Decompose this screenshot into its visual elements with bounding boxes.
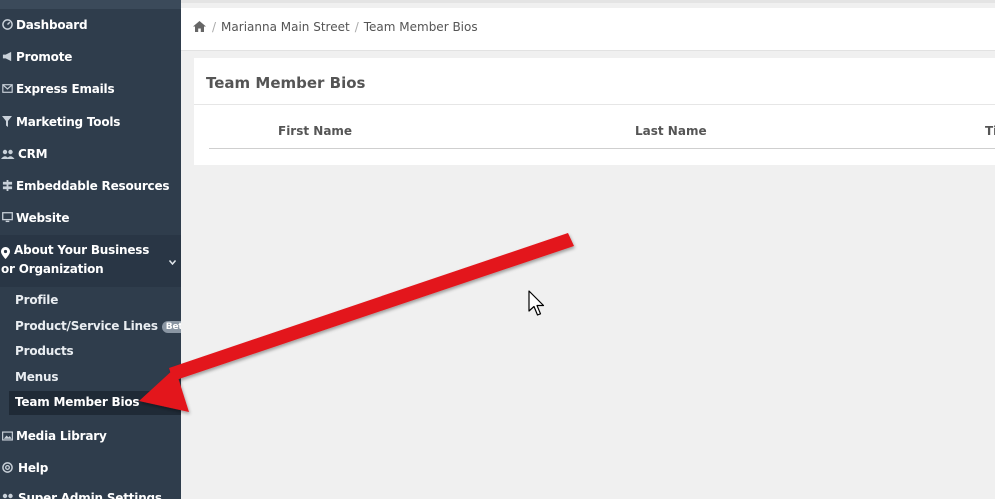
- sidebar-item-label: Dashboard: [16, 17, 88, 32]
- bullhorn-icon: [1, 51, 13, 63]
- lifebuoy-icon: [1, 462, 13, 474]
- sidebar-item-label: Marketing Tools: [16, 114, 121, 129]
- sidebar-item-dashboard[interactable]: Dashboard: [0, 16, 181, 33]
- breadcrumb: / Marianna Main Street / Team Member Bio…: [193, 20, 478, 34]
- home-icon[interactable]: [193, 21, 207, 33]
- beta-badge: Beta: [161, 321, 181, 333]
- sidebar-item-express-emails[interactable]: Express Emails: [0, 80, 181, 97]
- sidebar-item-label: Website: [16, 210, 70, 225]
- mouse-cursor-icon: [528, 290, 545, 316]
- sidebar-item-label: Express Emails: [16, 81, 115, 96]
- sidebar-item-label: Promote: [16, 49, 73, 64]
- sidebar-item-super-admin-settings[interactable]: Super Admin Settings: [0, 489, 181, 499]
- breadcrumb-bar: / Marianna Main Street / Team Member Bio…: [181, 8, 995, 51]
- dashboard-icon: [1, 19, 13, 31]
- column-header-title[interactable]: Ti: [985, 124, 995, 138]
- sidebar-subitem-label: Product/Service Lines: [15, 319, 158, 333]
- sidebar-item-embeddable-resources[interactable]: Embeddable Resources: [0, 177, 181, 194]
- sidebar-item-label: Super Admin Settings: [18, 490, 162, 499]
- table-header-border: [209, 148, 995, 149]
- column-header-last-name[interactable]: Last Name: [635, 124, 707, 138]
- users-icon: [1, 148, 15, 160]
- column-header-first-name[interactable]: First Name: [278, 124, 352, 138]
- sidebar-subitem-product-service-lines[interactable]: Product/Service LinesBeta: [15, 319, 181, 333]
- filter-icon: [1, 116, 13, 128]
- sidebar-item-label: Help: [18, 460, 49, 475]
- sidebar-top-strip: [0, 0, 181, 9]
- signpost-icon: [1, 180, 13, 192]
- sidebar-item-marketing-tools[interactable]: Marketing Tools: [0, 113, 181, 130]
- sidebar-subitem-profile[interactable]: Profile: [15, 293, 58, 307]
- breadcrumb-item-current: Team Member Bios: [363, 20, 478, 34]
- monitor-icon: [1, 212, 13, 224]
- sidebar-group-label: About Your Business or Organization: [1, 243, 150, 276]
- team-member-bios-card: Team Member Bios First Name Last Name Ti: [194, 58, 995, 165]
- sidebar: Dashboard Promote Express Emails Marketi…: [0, 0, 181, 499]
- page-title: Team Member Bios: [206, 74, 366, 92]
- sidebar-item-crm[interactable]: CRM: [0, 145, 181, 162]
- sidebar-group-about-business[interactable]: About Your Business or Organization: [0, 235, 181, 287]
- sidebar-item-media-library[interactable]: Media Library: [0, 427, 181, 444]
- top-divider: [181, 0, 995, 3]
- sidebar-item-label: Embeddable Resources: [16, 178, 170, 193]
- sidebar-subitem-team-member-bios[interactable]: Team Member Bios: [15, 395, 140, 409]
- chevron-down-icon[interactable]: [168, 258, 177, 268]
- sidebar-item-promote[interactable]: Promote: [0, 48, 181, 65]
- breadcrumb-separator: /: [212, 20, 217, 34]
- card-divider: [194, 104, 995, 105]
- breadcrumb-separator: /: [354, 20, 359, 34]
- sidebar-item-label: Media Library: [16, 428, 107, 443]
- envelope-icon: [1, 83, 13, 95]
- sidebar-subitem-products[interactable]: Products: [15, 344, 74, 358]
- sidebar-item-website[interactable]: Website: [0, 209, 181, 226]
- sidebar-item-help[interactable]: Help: [0, 459, 181, 476]
- sidebar-item-label: CRM: [18, 146, 48, 161]
- breadcrumb-item-marianna-main-street[interactable]: Marianna Main Street: [221, 20, 350, 34]
- sidebar-subitem-menus[interactable]: Menus: [15, 370, 59, 384]
- users-cog-icon: [1, 492, 15, 499]
- image-icon: [1, 430, 13, 442]
